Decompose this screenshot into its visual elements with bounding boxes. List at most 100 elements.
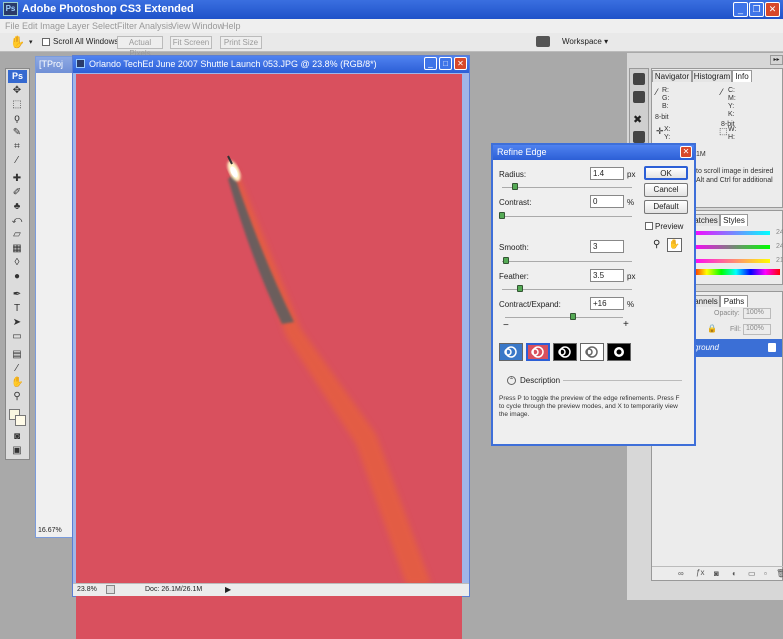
contract-expand-field[interactable]: +16 bbox=[590, 297, 624, 310]
menu-file[interactable]: File bbox=[5, 21, 20, 31]
clone-stamp-icon[interactable]: ♣ bbox=[11, 201, 23, 213]
zoom-tool-icon[interactable]: ⚲ bbox=[653, 239, 660, 250]
status-menu-icon[interactable] bbox=[106, 585, 115, 594]
doc-close-icon[interactable]: ✕ bbox=[454, 57, 467, 70]
status-arrow-icon[interactable]: ▶ bbox=[225, 585, 231, 594]
menu-select[interactable]: Select bbox=[92, 21, 117, 31]
dialog-title-bar[interactable]: Refine Edge ✕ bbox=[493, 145, 694, 160]
new-layer-icon[interactable]: ▫ bbox=[764, 569, 767, 578]
quick-selection-tool-icon[interactable]: ✎ bbox=[11, 127, 23, 139]
dock-collapse-icon[interactable]: ▸▸ bbox=[770, 55, 783, 65]
eyedropper-tool-icon[interactable]: ⁄ bbox=[11, 155, 23, 167]
contract-expand-slider-thumb[interactable] bbox=[570, 313, 577, 320]
new-group-icon[interactable]: ▭ bbox=[748, 569, 756, 578]
opacity-field[interactable]: 100% bbox=[743, 308, 771, 319]
actual-pixels-button[interactable]: Actual Pixels bbox=[117, 36, 163, 58]
file-browser-icon[interactable] bbox=[536, 36, 550, 47]
lasso-tool-icon[interactable]: ϙ bbox=[11, 113, 23, 125]
lock-icon[interactable]: 🔒 bbox=[707, 324, 717, 333]
image-canvas[interactable] bbox=[76, 74, 462, 639]
tab-styles[interactable]: Styles bbox=[720, 214, 748, 226]
notes-tool-icon[interactable]: ▤ bbox=[11, 349, 23, 361]
healing-brush-icon[interactable]: ✚ bbox=[11, 173, 23, 185]
panel-icon-4[interactable] bbox=[633, 131, 645, 143]
mask-preview-mode-icon[interactable] bbox=[607, 343, 631, 361]
on-black-preview-mode-icon[interactable] bbox=[553, 343, 577, 361]
dodge-tool-icon[interactable]: ● bbox=[11, 271, 23, 283]
panel-icon-1[interactable] bbox=[633, 73, 645, 85]
hand-tool-icon[interactable]: ✋ bbox=[11, 377, 23, 389]
screen-mode-icon[interactable]: ▣ bbox=[11, 445, 23, 457]
preview-checkbox[interactable] bbox=[645, 222, 653, 230]
ok-button[interactable]: OK bbox=[644, 166, 688, 180]
color-slider-g[interactable] bbox=[692, 245, 770, 249]
adjustment-layer-icon[interactable]: ◐ bbox=[732, 569, 737, 578]
background-document-title[interactable]: [TProj bbox=[36, 57, 74, 73]
color-slider-r[interactable] bbox=[692, 231, 770, 235]
contrast-field[interactable]: 0 bbox=[590, 195, 624, 208]
link-layers-icon[interactable]: ∞ bbox=[678, 569, 684, 578]
feather-slider-thumb[interactable] bbox=[517, 285, 524, 292]
layer-row-background[interactable]: ground bbox=[692, 339, 782, 357]
shape-tool-icon[interactable]: ▭ bbox=[11, 331, 23, 343]
tab-navigator[interactable]: Navigator bbox=[652, 70, 692, 82]
tab-swatches[interactable]: atches bbox=[692, 214, 720, 226]
eraser-tool-icon[interactable]: ▱ bbox=[11, 229, 23, 241]
radius-slider-thumb[interactable] bbox=[512, 183, 518, 190]
eyedropper-icon[interactable]: ⁄ bbox=[11, 363, 23, 375]
default-button[interactable]: Default bbox=[644, 200, 688, 214]
fit-screen-button[interactable]: Fit Screen bbox=[170, 36, 212, 49]
smooth-slider-thumb[interactable] bbox=[502, 257, 509, 264]
tab-paths[interactable]: Paths bbox=[720, 295, 748, 307]
type-tool-icon[interactable]: T bbox=[11, 303, 23, 315]
menu-filter[interactable]: Filter bbox=[117, 21, 137, 31]
close-icon[interactable]: ✕ bbox=[765, 2, 780, 17]
tab-channels[interactable]: annels bbox=[692, 295, 720, 307]
print-size-button[interactable]: Print Size bbox=[220, 36, 262, 49]
scroll-all-windows-checkbox[interactable] bbox=[42, 38, 50, 46]
tab-info[interactable]: Info bbox=[732, 70, 752, 82]
crop-tool-icon[interactable]: ⌗ bbox=[11, 141, 23, 153]
pen-tool-icon[interactable]: ✒ bbox=[11, 289, 23, 301]
radius-field[interactable]: 1.4 bbox=[590, 167, 624, 180]
brush-tool-icon[interactable]: ✐ bbox=[11, 187, 23, 199]
description-toggle-icon[interactable]: ⌃ bbox=[507, 376, 516, 385]
restore-icon[interactable]: ❐ bbox=[749, 2, 764, 17]
fill-field[interactable]: 100% bbox=[743, 324, 771, 335]
tool-preset-dropdown-icon[interactable]: ▾ bbox=[29, 38, 33, 46]
contrast-slider-thumb[interactable] bbox=[499, 212, 505, 219]
smooth-field[interactable]: 3 bbox=[590, 240, 624, 253]
dialog-close-icon[interactable]: ✕ bbox=[680, 146, 692, 158]
cancel-button[interactable]: Cancel bbox=[644, 183, 688, 197]
menu-edit[interactable]: Edit bbox=[22, 21, 38, 31]
background-color-swatch[interactable] bbox=[15, 415, 26, 426]
tools-icon[interactable]: ✖ bbox=[633, 113, 642, 126]
zoom-tool-icon[interactable]: ⚲ bbox=[11, 391, 23, 403]
color-slider-b[interactable] bbox=[692, 259, 770, 263]
minimize-icon[interactable]: _ bbox=[733, 2, 748, 17]
menu-window[interactable]: Window bbox=[192, 21, 224, 31]
hand-tool-icon[interactable]: ✋ bbox=[667, 238, 682, 252]
menu-analysis[interactable]: Analysis bbox=[139, 21, 173, 31]
on-white-preview-mode-icon[interactable] bbox=[580, 343, 604, 361]
color-ramp[interactable] bbox=[692, 269, 780, 275]
blur-tool-icon[interactable]: ◊ bbox=[11, 257, 23, 269]
panel-icon-2[interactable] bbox=[633, 91, 645, 103]
layer-style-icon[interactable]: ƒx bbox=[696, 568, 704, 577]
doc-maximize-icon[interactable]: □ bbox=[439, 57, 452, 70]
tab-histogram[interactable]: Histogram bbox=[692, 70, 732, 82]
standard-preview-mode-icon[interactable] bbox=[499, 343, 523, 361]
feather-field[interactable]: 3.5 bbox=[590, 269, 624, 282]
workspace-button[interactable]: Workspace ▾ bbox=[562, 37, 608, 46]
gradient-tool-icon[interactable]: ▦ bbox=[11, 243, 23, 255]
hand-tool-icon[interactable]: ✋ bbox=[10, 35, 25, 49]
document-title-bar[interactable]: Orlando TechEd June 2007 Shuttle Launch … bbox=[73, 56, 469, 73]
path-selection-icon[interactable]: ➤ bbox=[11, 317, 23, 329]
move-tool-icon[interactable]: ✥ bbox=[11, 85, 23, 97]
menu-image[interactable]: Image bbox=[40, 21, 65, 31]
delete-layer-icon[interactable]: 🗑 bbox=[776, 569, 783, 578]
quick-mask-preview-mode-icon[interactable] bbox=[526, 343, 550, 361]
layer-mask-icon[interactable]: ◙ bbox=[714, 569, 719, 578]
menu-layer[interactable]: Layer bbox=[67, 21, 90, 31]
menu-view[interactable]: View bbox=[171, 21, 190, 31]
